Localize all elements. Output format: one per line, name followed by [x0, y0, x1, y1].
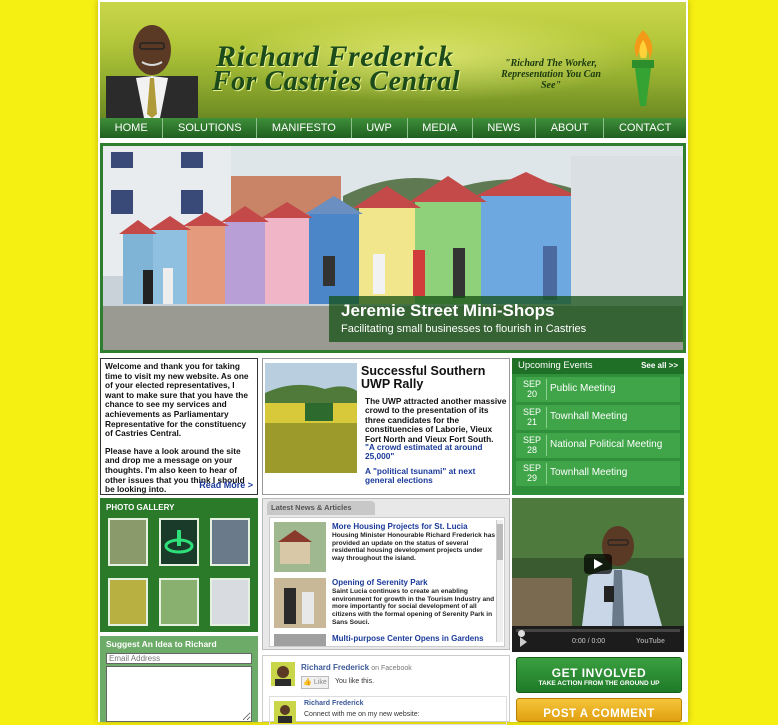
- see-all-link[interactable]: See all >>: [641, 358, 678, 374]
- gallery-thumb[interactable]: [159, 518, 199, 566]
- nav-media[interactable]: MEDIA: [408, 118, 473, 138]
- event-month: SEP: [522, 435, 541, 445]
- events-header: Upcoming Events See all >>: [512, 358, 684, 374]
- like-button[interactable]: 👍 Like: [301, 676, 329, 689]
- featured-article: Successful Southern UWP Rally The UWP at…: [262, 358, 510, 495]
- nav-uwp[interactable]: UWP: [352, 118, 408, 138]
- event-name: Townhall Meeting: [550, 467, 628, 478]
- post-text: Connect with me on my new website:: [304, 711, 420, 718]
- video-player[interactable]: 0:00 / 0:00 YouTube: [512, 498, 684, 652]
- rally-photo: [265, 363, 357, 473]
- video-controls: 0:00 / 0:00 YouTube: [512, 626, 684, 652]
- nav-contact[interactable]: CONTACT: [604, 118, 686, 138]
- event-item[interactable]: SEP 21 Townhall Meeting: [516, 405, 680, 430]
- news-title[interactable]: Multi-purpose Center Opens in Gardens: [332, 634, 484, 643]
- event-day: 29: [526, 473, 537, 483]
- video-progress[interactable]: [516, 629, 680, 637]
- youtube-logo[interactable]: YouTube: [636, 638, 665, 645]
- suggest-idea-form: Suggest An Idea to Richard: [100, 636, 258, 722]
- events-title: Upcoming Events: [518, 360, 593, 371]
- post-author[interactable]: Richard Frederick: [304, 700, 364, 707]
- event-month: SEP: [522, 407, 541, 417]
- welcome-box: Welcome and thank you for taking time to…: [100, 358, 258, 495]
- article-body: The UWP attracted another massive crowd …: [365, 396, 507, 444]
- event-name: Townhall Meeting: [550, 411, 628, 422]
- facebook-page-name[interactable]: Richard Frederick on Facebook: [301, 663, 412, 672]
- facebook-widget: Richard Frederick on Facebook 👍 Like You…: [262, 655, 510, 725]
- gallery-thumb[interactable]: [108, 518, 148, 566]
- facebook-post: Richard Frederick Connect with me on my …: [269, 696, 507, 725]
- event-month: SEP: [522, 379, 541, 389]
- latest-news: Latest News & Articles More Housing Proj…: [262, 498, 510, 650]
- gallery-thumb[interactable]: [108, 578, 148, 626]
- gallery-thumb[interactable]: [210, 578, 250, 626]
- get-involved-button[interactable]: GET INVOLVED TAKE ACTION FROM THE GROUND…: [516, 657, 682, 693]
- news-thumbnail: [274, 522, 326, 572]
- site-title-line2: For Castries Central: [212, 66, 461, 97]
- avatar: [271, 662, 295, 686]
- event-day: 21: [526, 417, 537, 427]
- news-list: More Housing Projects for St. Lucia Hous…: [269, 517, 505, 647]
- video-time: 0:00 / 0:00: [572, 638, 606, 645]
- event-month: SEP: [522, 463, 541, 473]
- event-name: Public Meeting: [550, 383, 616, 394]
- avatar: [274, 701, 296, 723]
- torch-icon: [632, 30, 654, 106]
- play-overlay-button[interactable]: [584, 554, 612, 574]
- event-item[interactable]: SEP 29 Townhall Meeting: [516, 461, 680, 486]
- page-container: Richard Frederick For Castries Central "…: [98, 0, 688, 725]
- tab-latest-news[interactable]: Latest News & Articles: [267, 501, 375, 515]
- welcome-paragraph-1: Welcome and thank you for taking time to…: [105, 361, 249, 439]
- likes-text: You like this.: [335, 678, 375, 685]
- gallery-thumb[interactable]: [159, 578, 199, 626]
- hero-slider[interactable]: Jeremie Street Mini-Shops Facilitating s…: [100, 143, 686, 353]
- site-header: Richard Frederick For Castries Central "…: [100, 2, 686, 118]
- news-thumbnail: [274, 578, 326, 628]
- hero-headline: Jeremie Street Mini-Shops: [341, 301, 555, 320]
- news-title[interactable]: More Housing Projects for St. Lucia: [332, 522, 468, 531]
- slogan: "Richard The Worker, Representation You …: [501, 58, 601, 91]
- post-comment-button[interactable]: POST A COMMENT: [516, 698, 682, 722]
- nav-home[interactable]: HOME: [100, 118, 164, 138]
- hero-subtitle: Facilitating small businesses to flouris…: [341, 323, 587, 335]
- news-thumbnail: [274, 634, 326, 646]
- nav-news[interactable]: NEWS: [473, 118, 537, 138]
- upcoming-events: Upcoming Events See all >> SEP 20 Public…: [512, 358, 684, 495]
- hero-caption: Jeremie Street Mini-Shops Facilitating s…: [329, 296, 683, 342]
- nav-manifesto[interactable]: MANIFESTO: [257, 118, 352, 138]
- gallery-thumb[interactable]: [210, 518, 250, 566]
- play-icon[interactable]: [520, 637, 527, 647]
- email-field[interactable]: [106, 653, 252, 664]
- news-title[interactable]: Opening of Serenity Park: [332, 578, 428, 587]
- get-involved-sublabel: TAKE ACTION FROM THE GROUND UP: [538, 680, 660, 687]
- event-name: National Political Meeting: [550, 439, 663, 450]
- article-headline[interactable]: Successful Southern UWP Rally: [361, 365, 509, 391]
- get-involved-label: GET INVOLVED: [551, 666, 647, 680]
- candidate-portrait: [106, 25, 198, 118]
- read-more-link[interactable]: Read More >: [199, 481, 253, 491]
- article-quote-2: A "political tsunami" at next general el…: [365, 466, 476, 486]
- gallery-title: PHOTO GALLERY: [106, 503, 175, 512]
- idea-textarea[interactable]: [106, 666, 252, 722]
- news-excerpt: Housing Minister Honourable Richard Fred…: [332, 532, 496, 563]
- event-day: 28: [526, 445, 537, 455]
- photo-gallery: PHOTO GALLERY: [100, 498, 258, 632]
- nav-solutions[interactable]: SOLUTIONS: [163, 118, 258, 138]
- suggest-title: Suggest An Idea to Richard: [106, 639, 217, 649]
- event-day: 20: [526, 389, 537, 399]
- news-scrollbar[interactable]: [496, 520, 503, 642]
- news-excerpt: Saint Lucia continues to create an enabl…: [332, 588, 495, 626]
- article-quote-1: "A crowd estimated at around 25,000": [365, 442, 483, 462]
- post-comment-label: POST A COMMENT: [543, 708, 655, 720]
- event-item[interactable]: SEP 28 National Political Meeting: [516, 433, 680, 458]
- nav-about[interactable]: ABOUT: [536, 118, 605, 138]
- event-item[interactable]: SEP 20 Public Meeting: [516, 377, 680, 402]
- main-nav: HOME SOLUTIONS MANIFESTO UWP MEDIA NEWS …: [100, 118, 686, 138]
